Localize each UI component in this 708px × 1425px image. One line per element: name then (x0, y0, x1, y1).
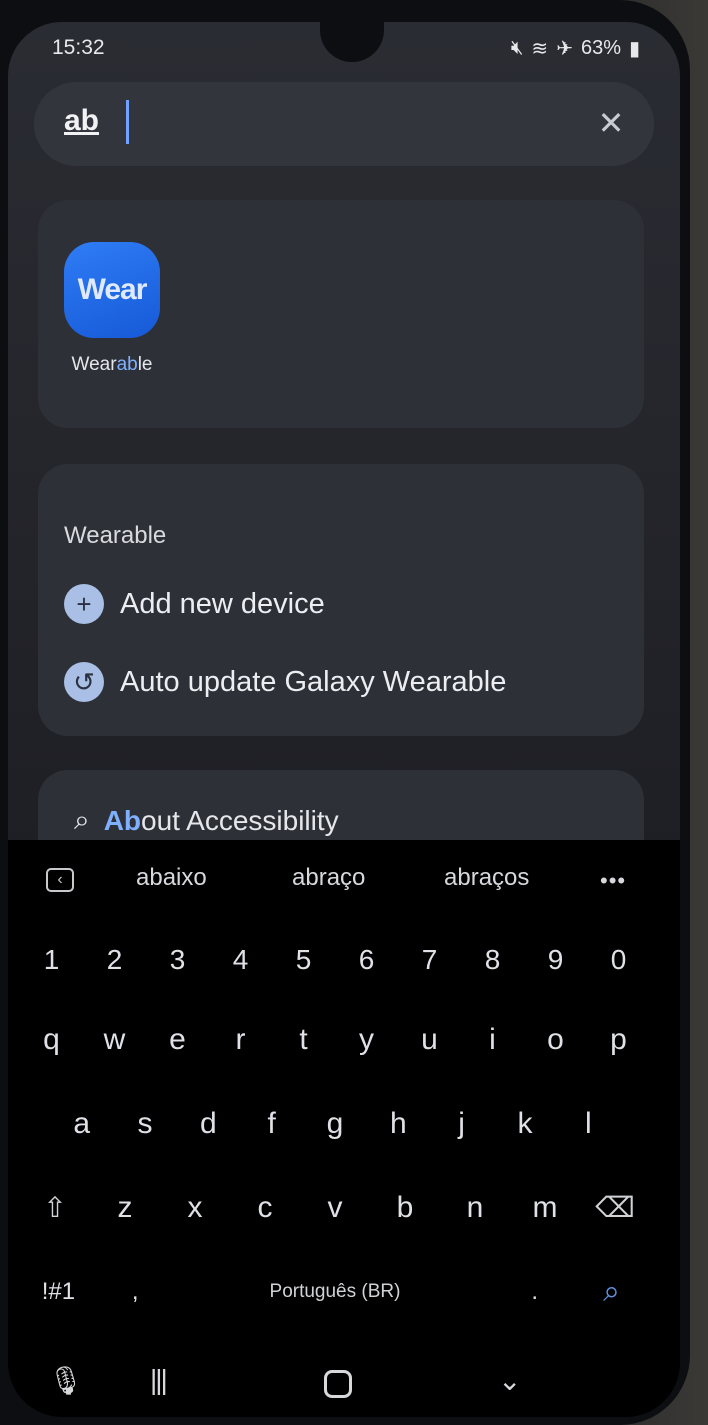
key-v[interactable]: v (300, 1168, 370, 1248)
comma-key[interactable]: , (97, 1252, 174, 1332)
refresh-icon: ↺ (64, 662, 104, 702)
key-a[interactable]: a (50, 1084, 113, 1164)
key-g[interactable]: g (303, 1084, 366, 1164)
keyboard: ‹ abaixo abraço abraços ••• 1 2 3 4 5 6 … (8, 840, 680, 1417)
key-2[interactable]: 2 (83, 920, 146, 1000)
wifi-icon: ≋ (531, 38, 549, 60)
wearable-actions-card: Wearable + Add new device ↺ Auto update … (38, 464, 644, 736)
shift-icon[interactable]: ⇧ (20, 1168, 90, 1248)
wearable-app-icon[interactable]: Wear (64, 242, 160, 338)
key-u[interactable]: u (398, 1000, 461, 1080)
key-e[interactable]: e (146, 1000, 209, 1080)
screen: 15:32 🔇︎ ≋ ✈ 63% ▮ ab ✕ Wear Wearable We… (8, 22, 680, 1417)
battery-icon: ▮ (628, 38, 640, 60)
apps-result-card: Wear Wearable (38, 200, 644, 428)
key-c[interactable]: c (230, 1168, 300, 1248)
mute-icon: 🔇︎ (510, 37, 524, 59)
search-icon: ⌕ (74, 804, 90, 835)
close-icon[interactable]: ✕ (594, 106, 628, 140)
text-cursor (126, 100, 129, 144)
app-label-suffix: le (137, 354, 153, 375)
key-i[interactable]: i (461, 1000, 524, 1080)
search-field[interactable]: ab ✕ (34, 82, 654, 166)
home-icon[interactable] (324, 1370, 352, 1398)
key-y[interactable]: y (335, 1000, 398, 1080)
key-8[interactable]: 8 (461, 920, 524, 1000)
suggestion-2[interactable]: abraços (444, 864, 529, 892)
keyboard-toolbar-back-icon[interactable]: ‹ (46, 868, 74, 892)
key-z[interactable]: z (90, 1168, 160, 1248)
status-icons: 🔇︎ ≋ ✈ 63% ▮ (511, 36, 640, 61)
key-9[interactable]: 9 (524, 920, 587, 1000)
letter-row-z: ⇧ z x c v b n m ⌫ (20, 1168, 650, 1248)
navigation-bar: 🎙︎ ||| ⌄ (8, 1350, 680, 1417)
microphone-icon[interactable]: 🎙︎ (48, 1364, 84, 1397)
suggestion-strip: ‹ abaixo abraço abraços ••• (8, 840, 680, 918)
key-l[interactable]: l (557, 1084, 620, 1164)
key-p[interactable]: p (587, 1000, 650, 1080)
accessibility-result[interactable]: ⌕ About Accessibility (74, 804, 339, 837)
battery-level: 63% (580, 37, 621, 59)
letter-row-a: a s d f g h j k l (50, 1084, 620, 1164)
key-q[interactable]: q (20, 1000, 83, 1080)
key-4[interactable]: 4 (209, 920, 272, 1000)
symbols-key[interactable]: !#1 (20, 1252, 97, 1332)
key-d[interactable]: d (177, 1084, 240, 1164)
key-s[interactable]: s (113, 1084, 176, 1164)
status-time: 15:32 (52, 36, 105, 59)
key-1[interactable]: 1 (20, 920, 83, 1000)
app-label: Wearable (58, 354, 166, 376)
bottom-key-row: !#1 , Português (BR) . ⌕ (20, 1252, 650, 1332)
key-o[interactable]: o (524, 1000, 587, 1080)
number-row: 1 2 3 4 5 6 7 8 9 0 (20, 920, 650, 1000)
suggestion-1[interactable]: abraço (292, 864, 365, 892)
key-0[interactable]: 0 (587, 920, 650, 1000)
key-w[interactable]: w (83, 1000, 146, 1080)
space-key[interactable]: Português (BR) (174, 1252, 497, 1332)
key-t[interactable]: t (272, 1000, 335, 1080)
key-j[interactable]: j (430, 1084, 493, 1164)
plus-icon: + (64, 584, 104, 624)
key-r[interactable]: r (209, 1000, 272, 1080)
period-key[interactable]: . (496, 1252, 573, 1332)
app-wearable[interactable]: Wear Wearable (58, 242, 168, 376)
key-5[interactable]: 5 (272, 920, 335, 1000)
key-b[interactable]: b (370, 1168, 440, 1248)
recent-apps-icon[interactable]: ||| (150, 1364, 168, 1396)
key-k[interactable]: k (493, 1084, 556, 1164)
suggestion-0[interactable]: abaixo (136, 864, 207, 892)
key-m[interactable]: m (510, 1168, 580, 1248)
add-new-device-item[interactable]: + Add new device (64, 584, 325, 624)
accessibility-label: About Accessibility (104, 805, 339, 837)
more-options-icon[interactable]: ••• (600, 868, 626, 894)
label-rest: out Accessibility (141, 804, 339, 836)
hide-keyboard-icon[interactable]: ⌄ (498, 1364, 521, 1397)
auto-update-item[interactable]: ↺ Auto update Galaxy Wearable (64, 662, 506, 702)
phone-frame: 15:32 🔇︎ ≋ ✈ 63% ▮ ab ✕ Wear Wearable We… (0, 0, 690, 1425)
item-label: Auto update Galaxy Wearable (120, 665, 507, 698)
search-input[interactable]: ab (64, 104, 99, 138)
key-6[interactable]: 6 (335, 920, 398, 1000)
letter-row-q: q w e r t y u i o p (20, 1000, 650, 1080)
label-match: Ab (103, 804, 142, 836)
card-heading: Wearable (64, 522, 167, 549)
backspace-icon[interactable]: ⌫ (580, 1168, 650, 1248)
key-x[interactable]: x (160, 1168, 230, 1248)
status-bar: 15:32 🔇︎ ≋ ✈ 63% ▮ (52, 36, 640, 64)
key-3[interactable]: 3 (146, 920, 209, 1000)
key-7[interactable]: 7 (398, 920, 461, 1000)
key-n[interactable]: n (440, 1168, 510, 1248)
search-key-icon[interactable]: ⌕ (573, 1252, 650, 1332)
app-label-prefix: Wear (71, 354, 117, 375)
key-f[interactable]: f (240, 1084, 303, 1164)
airplane-icon: ✈ (556, 38, 573, 60)
app-label-match: ab (116, 354, 138, 375)
item-label: Add new device (120, 587, 325, 620)
key-h[interactable]: h (367, 1084, 430, 1164)
